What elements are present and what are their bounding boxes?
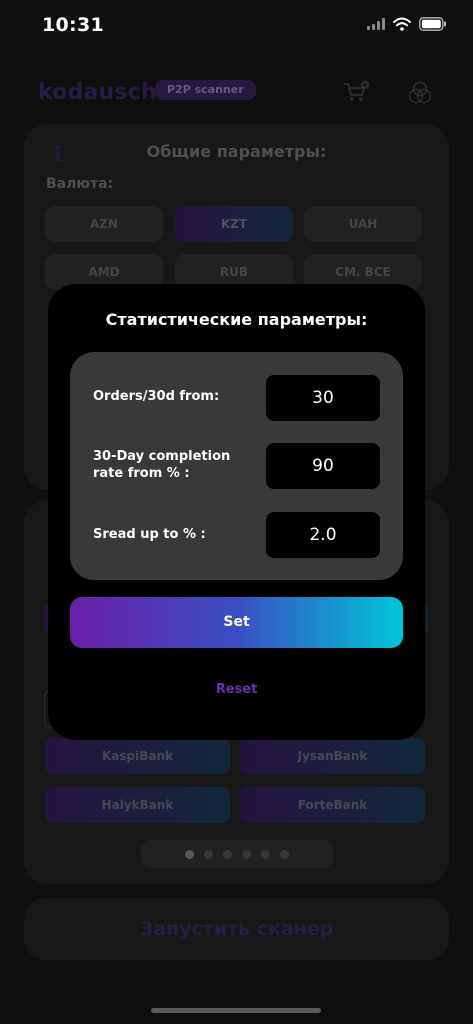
orders-30d-label: Orders/30d from: [93, 389, 220, 404]
cellular-signal-icon [367, 18, 385, 30]
spread-label: Sread up to % : [93, 527, 206, 542]
set-button[interactable]: Set [70, 597, 403, 648]
battery-icon [419, 17, 446, 31]
modal-title: Статистические параметры: [105, 310, 368, 329]
spread-input[interactable]: 2.0 [266, 512, 380, 558]
completion-rate-input[interactable]: 90 [266, 443, 380, 489]
orders-30d-input[interactable]: 30 [266, 375, 380, 421]
home-indicator[interactable] [151, 1008, 321, 1013]
status-bar: 10:31 [0, 0, 473, 54]
params-panel: Orders/30d from: 30 30-Day completion ra… [70, 352, 403, 580]
status-icons [367, 17, 447, 31]
wifi-icon [393, 17, 411, 31]
statistics-params-modal: Статистические параметры: Orders/30d fro… [48, 284, 425, 740]
status-time: 10:31 [42, 14, 104, 36]
reset-button[interactable]: Reset [48, 682, 425, 697]
completion-rate-label: 30-Day completion rate from % : [93, 449, 231, 481]
